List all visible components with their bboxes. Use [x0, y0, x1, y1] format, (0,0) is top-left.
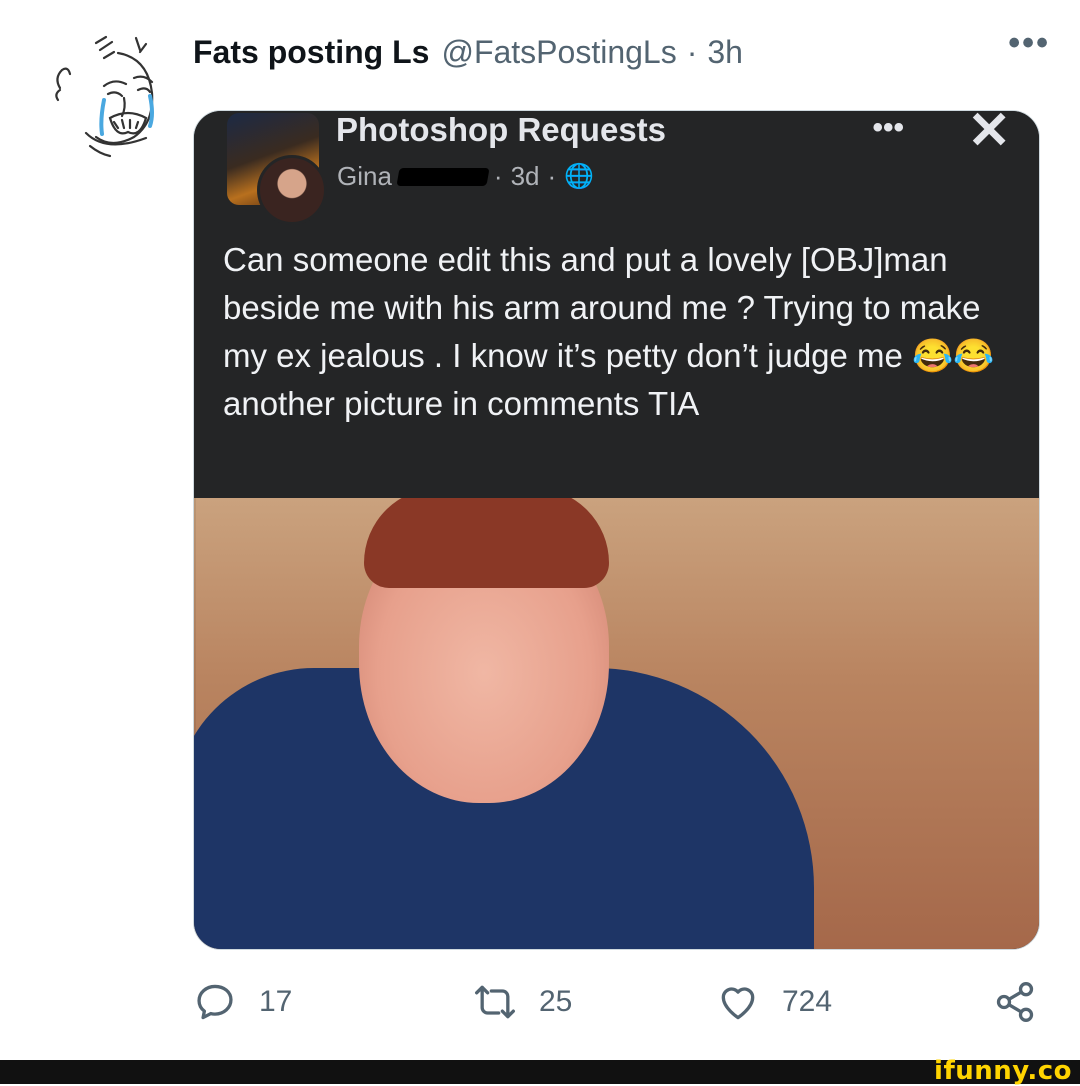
like-count: 724 [782, 985, 833, 1018]
author-avatar[interactable] [38, 28, 168, 158]
meta-separator: · [493, 161, 503, 191]
post-more-icon: ••• [872, 111, 904, 144]
retweet-icon [475, 985, 515, 1019]
poster-name: Gina [337, 161, 392, 191]
photo-hair-shape [364, 498, 609, 588]
reply-count: 17 [259, 985, 293, 1018]
author-handle[interactable]: @FatsPostingLs [441, 34, 676, 71]
more-options-icon[interactable]: ••• [1008, 24, 1050, 63]
tweet-timestamp[interactable]: 3h [707, 34, 743, 71]
author-display-name[interactable]: Fats posting Ls [193, 34, 429, 71]
group-name: Photoshop Requests [336, 111, 667, 148]
tweet-header: Fats posting Ls @FatsPostingLs · 3h ••• [193, 24, 1050, 74]
retweet-button[interactable]: 25 [473, 980, 572, 1024]
footer-bar [0, 1060, 1080, 1084]
share-button[interactable] [993, 980, 1059, 1024]
tweet-media[interactable]: Photoshop Requests ••• ✕ Gina · 3d · 🌐 C… [193, 110, 1040, 950]
retweet-count: 25 [539, 985, 573, 1018]
post-body-text: Can someone edit this and put a lovely [… [223, 241, 995, 422]
reply-icon [197, 984, 233, 1020]
share-icon [996, 982, 1034, 1022]
poster-profile-picture [257, 155, 327, 225]
engagement-bar: 17 25 724 [193, 980, 1038, 1030]
header-separator: · [686, 33, 698, 70]
audience-icon: 🌐 [564, 163, 595, 190]
meta-separator-2: · [547, 161, 557, 191]
site-watermark: ifunny.co [934, 1056, 1072, 1086]
post-age: 3d [510, 161, 540, 191]
heart-icon [721, 987, 755, 1020]
reply-button[interactable]: 17 [193, 980, 292, 1024]
redaction-mark [396, 167, 490, 186]
like-button[interactable]: 724 [716, 980, 832, 1024]
post-meta: Gina · 3d · 🌐 [337, 161, 594, 192]
post-close-icon: ✕ [967, 110, 1011, 160]
embedded-facebook-post: Photoshop Requests ••• ✕ Gina · 3d · 🌐 C… [194, 111, 1039, 498]
post-photo [194, 498, 1039, 949]
